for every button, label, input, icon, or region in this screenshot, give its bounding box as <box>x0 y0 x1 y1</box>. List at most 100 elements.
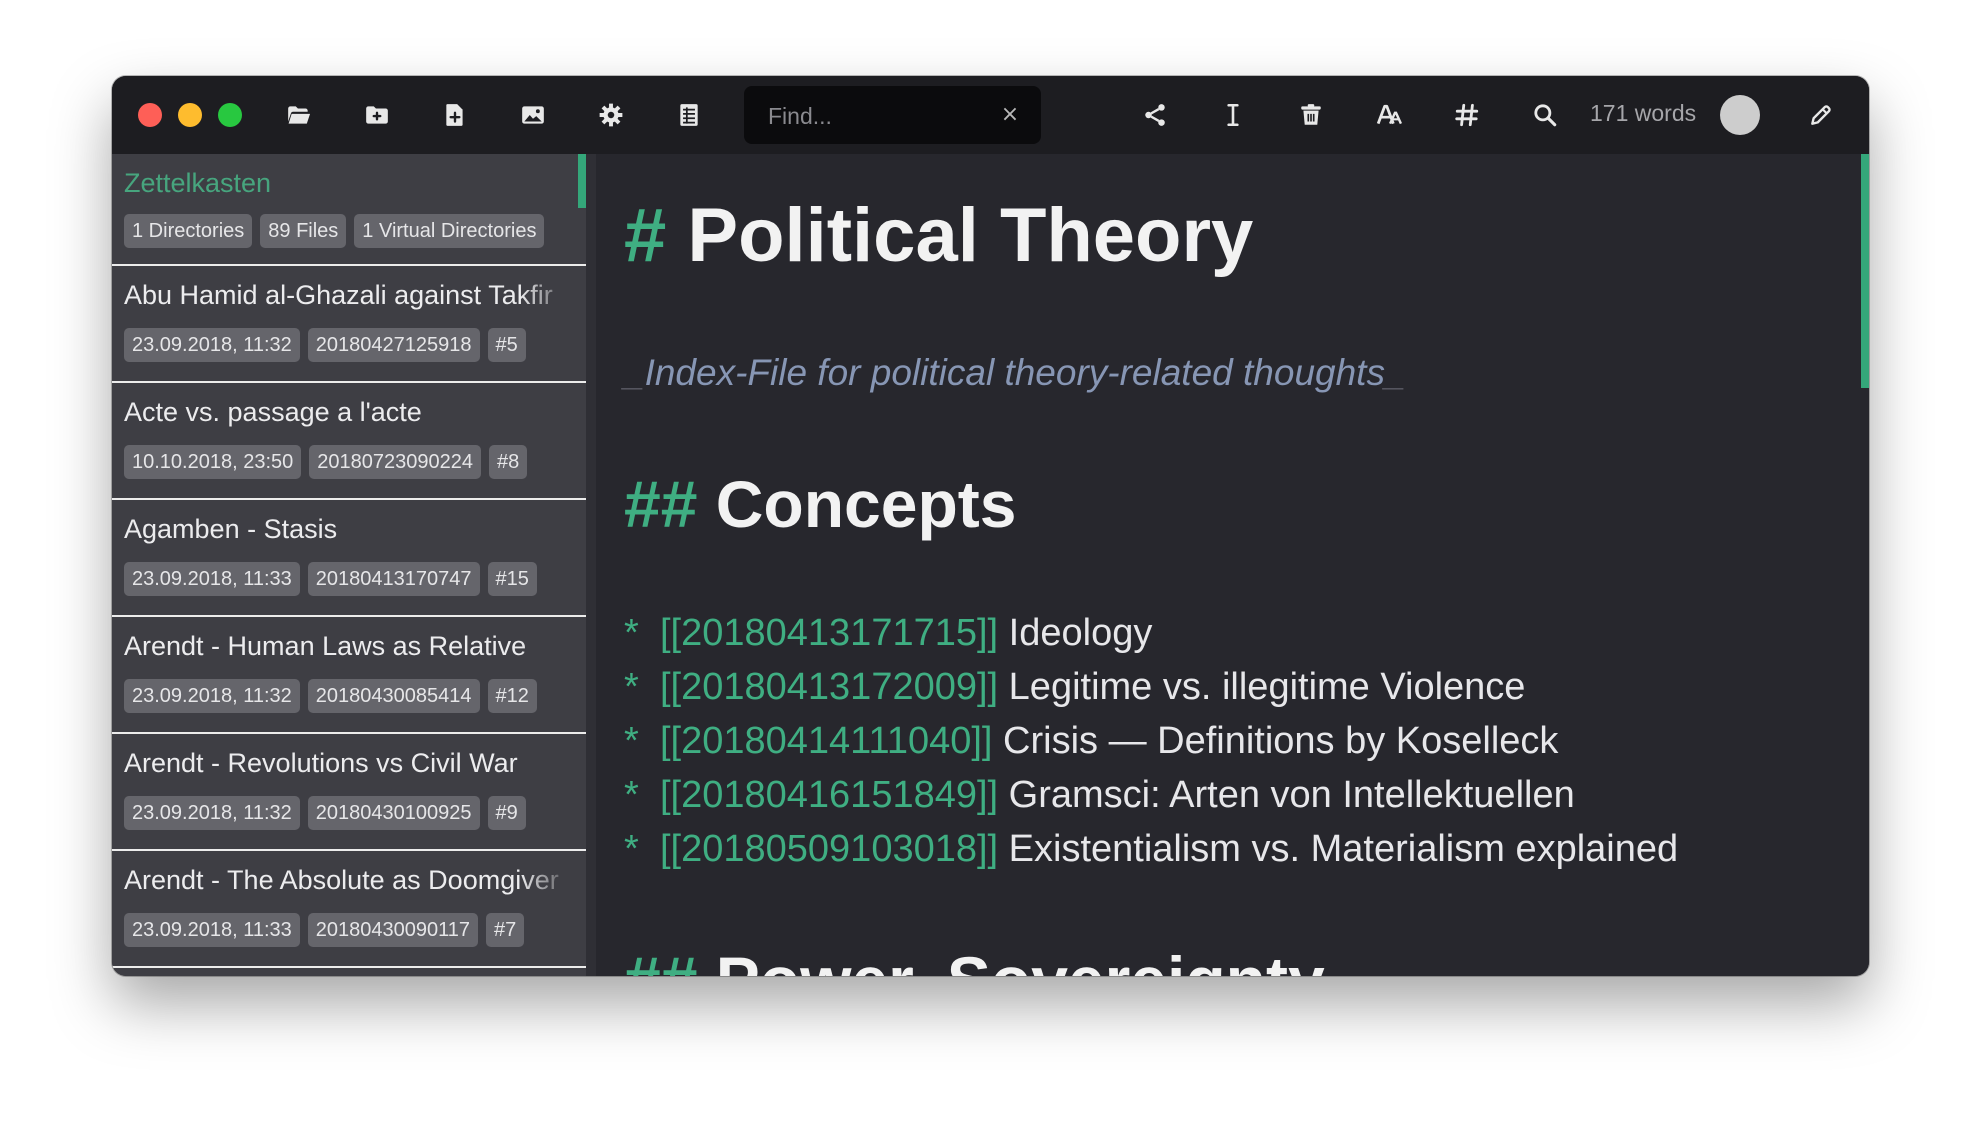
folder-plus-icon <box>366 106 388 124</box>
file-plus-icon <box>446 104 463 126</box>
file-id: 20180430100925 <box>307 796 480 830</box>
list-item-text: Ideology <box>1008 612 1153 654</box>
search-icon <box>1534 104 1557 127</box>
file-id: 20180430085414 <box>307 679 480 713</box>
heading-2-power: ## Power, Sovereignty <box>624 942 1325 976</box>
gear-icon <box>599 103 623 127</box>
heading-text: Political Theory <box>687 193 1254 278</box>
zettel-link[interactable]: [[20180413171715]] <box>660 612 998 654</box>
file-title: Abu Hamid al-Ghazali against Takfir <box>124 280 553 310</box>
emphasis-marker: _ <box>1384 352 1406 393</box>
open-directory-button[interactable] <box>280 96 318 134</box>
clear-search-icon[interactable]: × <box>999 102 1021 127</box>
directory-title: Zettelkasten <box>124 168 272 198</box>
avatar[interactable] <box>1720 95 1760 135</box>
file-title: Agamben - Stasis <box>124 514 338 544</box>
markdown-editor[interactable]: # Political Theory _Index-File for polit… <box>596 154 1869 976</box>
tags-button[interactable] <box>1448 96 1486 134</box>
file-list-item[interactable]: Arendt - The Absolute as Doomgiver 23.09… <box>112 851 586 968</box>
app-window: × <box>112 76 1869 976</box>
file-tag-count: #9 <box>487 796 526 830</box>
list-item: * [[20180413171715]] Ideology <box>624 606 1678 660</box>
file-date: 23.09.2018, 11:33 <box>124 562 300 596</box>
heading-marker: ## <box>624 943 697 976</box>
file-tag-count: #7 <box>486 913 525 947</box>
stat-files: 89 Files <box>260 214 347 248</box>
text-cursor-icon <box>1227 103 1239 127</box>
file-title: Acte vs. passage a l'acte <box>124 397 422 427</box>
stat-virtual-directories: 1 Virtual Directories <box>354 214 545 248</box>
file-date: 10.10.2018, 23:50 <box>124 445 302 479</box>
trash-icon <box>1301 104 1321 125</box>
concept-list: * [[20180413171715]] Ideology * [[20180413… <box>624 606 1678 876</box>
heading-marker: # <box>624 193 667 278</box>
find-box: × <box>744 86 1041 144</box>
file-date: 23.09.2018, 11:32 <box>124 328 300 362</box>
text-cursor-button[interactable] <box>1214 96 1252 134</box>
find-input[interactable] <box>766 100 990 132</box>
zettel-link[interactable]: [[20180413172009]] <box>660 666 998 708</box>
file-list-sidebar: Zettelkasten 1 Directories 89 Files 1 Vi… <box>112 154 586 976</box>
table-button[interactable] <box>670 96 708 134</box>
file-tag-count: #8 <box>489 445 528 479</box>
list-item: * [[20180509103018]] Existentialism vs. M… <box>624 822 1678 876</box>
list-bullet: * <box>624 720 639 762</box>
emphasis-marker: _ <box>624 352 645 393</box>
file-date: 23.09.2018, 11:32 <box>124 796 300 830</box>
settings-button[interactable] <box>592 96 630 134</box>
file-date: 23.09.2018, 11:32 <box>124 679 300 713</box>
maximize-window-button[interactable] <box>218 103 242 127</box>
file-tag-count: #12 <box>487 679 537 713</box>
file-title: Arendt - The Absolute as Doomgiver <box>124 865 559 895</box>
editor-scrollbar[interactable] <box>1861 154 1869 388</box>
zettel-link[interactable]: [[20180414111040]] <box>660 720 992 762</box>
file-list-item[interactable]: Arendt - Human Laws as Relative 23.09.20… <box>112 617 586 734</box>
minimize-window-button[interactable] <box>178 103 202 127</box>
new-directory-button[interactable] <box>358 96 396 134</box>
close-window-button[interactable] <box>138 103 162 127</box>
search-button[interactable] <box>1526 96 1564 134</box>
file-list-item[interactable]: Agamben - Stasis 23.09.2018, 11:33 20180… <box>112 500 586 617</box>
folder-open-icon <box>288 106 311 124</box>
heading-marker: ## <box>624 467 698 541</box>
file-title: Arendt - Revolutions vs Civil War <box>124 748 518 778</box>
file-list-item[interactable]: Abu Hamid al-Ghazali against Takfir 23.0… <box>112 266 586 383</box>
toolbar: × <box>112 76 1869 154</box>
list-item-text: Crisis — Definitions by Koselleck <box>1003 720 1559 762</box>
share-icon <box>1145 104 1165 126</box>
pencil-icon <box>1811 105 1831 125</box>
list-bullet: * <box>624 666 639 708</box>
insert-image-button[interactable] <box>514 96 552 134</box>
heading-2-concepts: ## Concepts <box>624 466 1016 542</box>
word-count: 171 words <box>1590 100 1697 126</box>
zettel-link[interactable]: [[20180509103018]] <box>660 828 998 870</box>
image-icon <box>522 106 544 124</box>
table-icon <box>680 104 698 126</box>
new-file-button[interactable] <box>436 96 474 134</box>
hashtag-icon <box>1455 103 1479 127</box>
delete-file-button[interactable] <box>1292 96 1330 134</box>
list-bullet: * <box>624 774 639 816</box>
file-id: 20180430090117 <box>307 913 479 947</box>
heading-text: Concepts <box>715 467 1017 541</box>
list-bullet: * <box>624 612 639 654</box>
directory-header[interactable]: Zettelkasten 1 Directories 89 Files 1 Vi… <box>112 154 586 266</box>
list-bullet: * <box>624 828 639 870</box>
pane-divider[interactable] <box>586 154 596 976</box>
list-item: * [[20180416151849]] Gramsci: Arten von I… <box>624 768 1678 822</box>
edit-button[interactable] <box>1802 96 1840 134</box>
file-id: 20180427125918 <box>307 328 480 362</box>
file-title: Arendt - Human Laws as Relative <box>124 631 527 661</box>
emphasis-text: Index-File for political theory-related … <box>644 352 1385 393</box>
font-size-button[interactable] <box>1370 96 1408 134</box>
file-list-item[interactable]: Arendt - Revolutions vs Civil War 23.09.… <box>112 734 586 851</box>
file-tag-count: #5 <box>487 328 526 362</box>
file-date: 23.09.2018, 11:33 <box>124 913 300 947</box>
font-size-icon <box>1376 104 1402 125</box>
list-item-text: Gramsci: Arten von Intellektuellen <box>1008 774 1575 816</box>
list-item: * [[20180414111040]] Crisis — Definitions… <box>624 714 1678 768</box>
file-list-item[interactable]: Acte vs. passage a l'acte 10.10.2018, 23… <box>112 383 586 500</box>
stat-directories: 1 Directories <box>124 214 253 248</box>
share-button[interactable] <box>1136 96 1174 134</box>
zettel-link[interactable]: [[20180416151849]] <box>660 774 998 816</box>
